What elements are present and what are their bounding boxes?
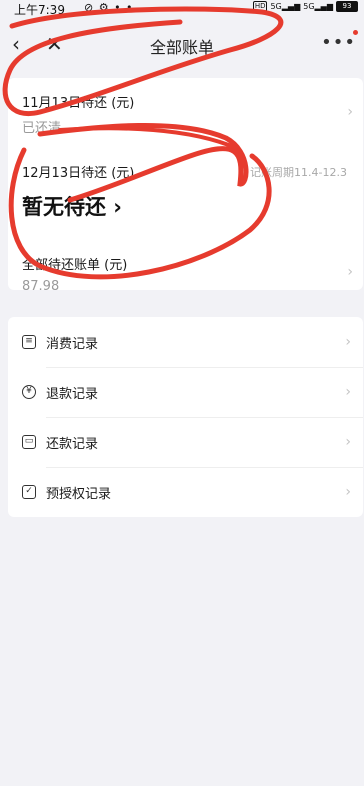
status-time: 上午7:39 xyxy=(14,3,65,17)
nov-bill-item[interactable]: 11月13日待还 (元) 已还清 xyxy=(22,92,353,136)
page-title: 全部账单 xyxy=(149,38,214,57)
records-card: ≡ 消费记录 › ¥ 退款记录 › ▭ 还款记录 › ✓ 预授权记录 › xyxy=(8,317,363,517)
record-row-refund[interactable]: ¥ 退款记录 › xyxy=(8,367,363,417)
all-bills-amount: 87.98 xyxy=(22,279,60,294)
nov-chevron-icon[interactable]: › xyxy=(347,104,353,120)
dec-bill-cycle: 记账周期11.4-12.3 xyxy=(250,166,347,179)
record-label: 还款记录 xyxy=(46,436,99,452)
dec-bill-amount[interactable]: 暂无待还 › xyxy=(22,191,353,221)
record-label: 预授权记录 xyxy=(46,486,112,502)
status-bar: 上午7:39 ⊘ ⚙ • • HD 5G▂▄▆ 5G▂▄▆ 93 xyxy=(0,0,364,18)
status-right: HD 5G▂▄▆ 5G▂▄▆ 93 xyxy=(252,1,358,12)
hd-badge: HD xyxy=(252,1,268,12)
signal-icon-1: 5G▂▄▆ xyxy=(270,2,301,11)
bills-card: 11月13日待还 (元) 已还清 › 12月13日待还 (元) 暂无待还 › 记… xyxy=(8,78,363,294)
chevron-right-icon: › xyxy=(345,484,351,500)
signal-icon-2: 5G▂▄▆ xyxy=(303,2,333,11)
receipt-icon: ≡ xyxy=(22,335,36,349)
chevron-right-icon: › xyxy=(345,384,351,400)
chevron-right-icon: › xyxy=(345,334,351,350)
nov-bill-status: 已还清 xyxy=(22,121,62,136)
battery-icon: 93 xyxy=(336,1,358,12)
chevron-right-icon: › xyxy=(345,434,351,450)
record-row-consumption[interactable]: ≡ 消费记录 › xyxy=(8,317,363,367)
all-bills-item[interactable]: 全部待还账单 (元) 87.98 xyxy=(22,254,353,294)
status-notification-icons: ⊘ ⚙ • • xyxy=(84,1,134,14)
record-row-repayment[interactable]: ▭ 还款记录 › xyxy=(8,417,363,467)
refund-icon: ¥ xyxy=(22,385,36,399)
nov-bill-label: 11月13日待还 (元) xyxy=(22,96,135,111)
nav-bar: ‹ ✕ 全部账单 ••• xyxy=(0,22,364,66)
all-bills-label: 全部待还账单 (元) xyxy=(22,258,128,273)
more-dots-icon[interactable]: ••• xyxy=(321,32,356,53)
checkbox-icon: ✓ xyxy=(22,485,36,499)
all-bills-chevron-icon[interactable]: › xyxy=(347,264,353,280)
record-label: 退款记录 xyxy=(46,386,99,402)
record-row-preauth[interactable]: ✓ 预授权记录 › xyxy=(8,467,363,517)
card-icon: ▭ xyxy=(22,435,36,449)
notification-dot xyxy=(353,30,358,35)
record-label: 消费记录 xyxy=(46,336,99,352)
